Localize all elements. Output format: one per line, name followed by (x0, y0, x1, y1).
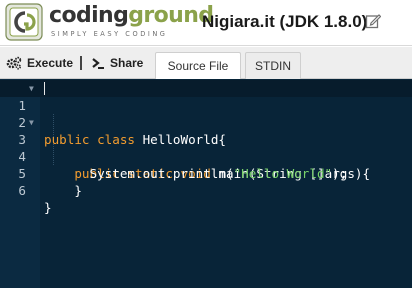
brand-tagline: SIMPLY EASY CODING (51, 30, 168, 38)
edit-icon[interactable] (365, 13, 381, 29)
tab-stdin[interactable]: STDIN (245, 52, 301, 79)
tab-source-file[interactable]: Source File (155, 52, 241, 79)
code-line[interactable]: 2 (0, 97, 412, 130)
terminal-prompt-icon (92, 58, 104, 69)
code-line[interactable]: 3 ▼ public static void main(String []arg… (0, 114, 412, 181)
toolbar: Execute Share Source File STDIN (0, 47, 412, 79)
app-header: codingground SIMPLY EASY CODING Nigiara.… (0, 0, 412, 46)
code-text: } (44, 183, 82, 198)
toolbar-divider (80, 56, 82, 70)
code-text: } (44, 200, 52, 215)
code-line[interactable]: 6 } (0, 165, 412, 215)
cg-logo-icon[interactable] (5, 3, 43, 41)
code-line[interactable]: 5 } (0, 148, 412, 198)
share-button[interactable]: Share (91, 55, 143, 71)
execute-label: Execute (27, 56, 74, 70)
project-title: Nigiara.it (JDK 1.8.0) (202, 12, 368, 31)
gears-icon (6, 56, 22, 70)
text-cursor (44, 82, 45, 95)
code-line[interactable]: 4 System.out.println("Hello World"); (0, 131, 412, 181)
brand-coding: coding (49, 3, 129, 28)
share-label: Share (110, 56, 144, 70)
code-line[interactable]: 1 ▼ public class HelloWorld{ (0, 80, 412, 147)
fold-arrow-icon[interactable]: ▼ (29, 80, 34, 97)
line-number: 6 (18, 183, 26, 198)
code-editor[interactable]: 1 ▼ public class HelloWorld{ 2 3 ▼ publi… (0, 79, 412, 288)
brand-name[interactable]: codingground (49, 2, 214, 30)
brand-ground: ground (128, 3, 214, 28)
fold-arrow-icon[interactable]: ▼ (29, 114, 34, 131)
execute-button[interactable]: Execute (6, 55, 73, 71)
